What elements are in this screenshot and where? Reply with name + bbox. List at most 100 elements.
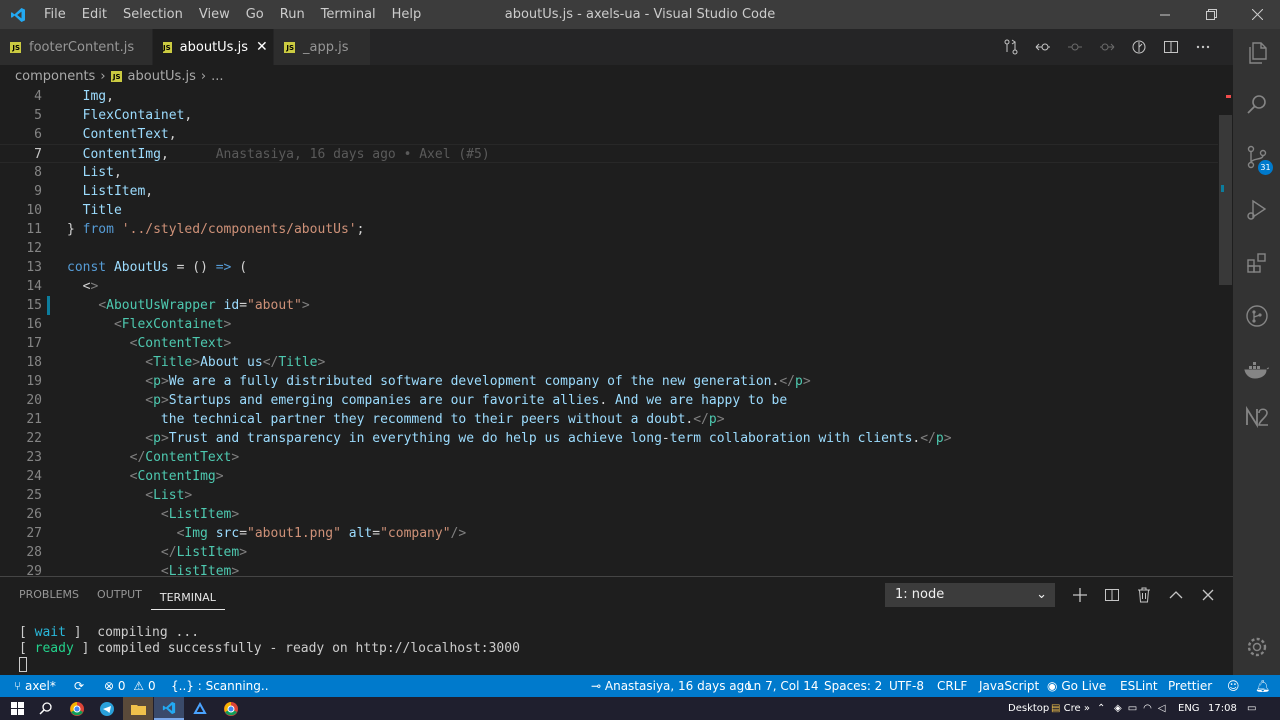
code-editor[interactable]: 4 Img, 5 FlexContainet, 6 ContentText, 7 Co… <box>0 87 1233 576</box>
code-line[interactable]: 22 <p>Trust and transparency in everythi… <box>0 429 1218 448</box>
tray-overflow-button[interactable]: ⌃ <box>1097 697 1105 720</box>
restore-button[interactable] <box>1188 0 1234 29</box>
code-line[interactable]: 19 <p>We are a fully distributed softwar… <box>0 372 1218 391</box>
scanning-status[interactable]: {..} : Scanning.. <box>171 675 269 697</box>
code-line[interactable]: 20 <p>Startups and emerging companies ar… <box>0 391 1218 410</box>
editor-scrollbar[interactable] <box>1218 87 1233 576</box>
end-of-line[interactable]: CRLF <box>937 675 967 697</box>
feedback-button[interactable]: ☺ <box>1227 675 1240 697</box>
open-changes-button[interactable] <box>995 29 1027 65</box>
scrollbar-thumb[interactable] <box>1219 115 1232 285</box>
action-center-button[interactable]: ▭ <box>1247 697 1256 720</box>
code-line[interactable]: 26 <ListItem> <box>0 505 1218 524</box>
code-line[interactable]: 13 const AboutUs = () => ( <box>0 258 1218 277</box>
code-line[interactable]: 6 ContentText, <box>0 125 1218 144</box>
eslint-status[interactable]: ESLint <box>1120 675 1158 697</box>
docker-button[interactable] <box>1233 345 1280 393</box>
code-line[interactable]: 11} from '../styled/components/aboutUs'; <box>0 220 1218 239</box>
kill-terminal-button[interactable] <box>1128 583 1160 607</box>
tab-output[interactable]: OUTPUT <box>88 577 151 613</box>
code-line[interactable]: 29 <ListItem> <box>0 562 1218 576</box>
source-control-button[interactable]: 31 <box>1233 133 1280 181</box>
code-line[interactable]: 16 <FlexContainet> <box>0 315 1218 334</box>
encoding[interactable]: UTF-8 <box>889 675 924 697</box>
menu-go[interactable]: Go <box>238 0 272 29</box>
code-line[interactable]: 23 </ContentText> <box>0 448 1218 467</box>
search-taskbar-button[interactable] <box>30 697 60 720</box>
manage-button[interactable] <box>1233 623 1280 671</box>
tab-problems[interactable]: PROBLEMS <box>10 577 88 613</box>
language-mode[interactable]: JavaScript <box>979 675 1039 697</box>
code-line[interactable]: 14 <> <box>0 277 1218 296</box>
more-actions-button[interactable] <box>1187 29 1219 65</box>
code-line[interactable]: 25 <List> <box>0 486 1218 505</box>
network-icon[interactable]: ▭ <box>1128 703 1143 714</box>
code-line[interactable]: 18 <Title>About us</Title> <box>0 353 1218 372</box>
menu-run[interactable]: Run <box>272 0 313 29</box>
code-line[interactable]: 21 the technical partner they recommend … <box>0 410 1218 429</box>
tab-about-us[interactable]: JS aboutUs.js ✕ <box>153 29 274 65</box>
problems-indicator[interactable]: ⊗ 0 ⚠ 0 <box>104 675 156 697</box>
maximize-panel-button[interactable] <box>1160 583 1192 607</box>
vscode-taskbar-app[interactable] <box>154 697 184 720</box>
previous-revision-button[interactable] <box>1027 29 1059 65</box>
extensions-button[interactable] <box>1233 239 1280 287</box>
code-line[interactable]: 12 <box>0 239 1218 258</box>
chrome-second-taskbar-app[interactable] <box>216 697 246 720</box>
code-line[interactable]: 27 <Img src="about1.png" alt="company"/> <box>0 524 1218 543</box>
chrome-taskbar-app[interactable] <box>62 697 92 720</box>
go-live-button[interactable]: ◉ Go Live <box>1047 675 1106 697</box>
sync-button[interactable]: ⟳ <box>74 675 84 697</box>
menu-view[interactable]: View <box>191 0 238 29</box>
terminal-cursor[interactable] <box>19 657 27 673</box>
tab-terminal[interactable]: TERMINAL <box>150 580 225 610</box>
branch-indicator[interactable]: ⑂ axel* <box>14 675 56 697</box>
close-window-button[interactable] <box>1234 0 1280 29</box>
commit-button[interactable] <box>1059 29 1091 65</box>
cursor-position[interactable]: Ln 7, Col 14 <box>747 675 819 697</box>
wifi-icon[interactable]: ◠ <box>1143 703 1158 714</box>
code-line[interactable]: 24 <ContentImg> <box>0 467 1218 486</box>
breadcrumb-file[interactable]: aboutUs.js <box>128 69 196 84</box>
next-revision-button[interactable] <box>1091 29 1123 65</box>
tab-footer-content[interactable]: JS footerContent.js <box>0 29 153 65</box>
notifications-button[interactable]: 🔔︎ <box>1255 675 1270 697</box>
code-line[interactable]: 15 <AboutUsWrapper id="about"> <box>0 296 1218 315</box>
input-language[interactable]: ENG <box>1178 697 1200 720</box>
git-blame-status[interactable]: ⊸ Anastasiya, 16 days ago <box>591 675 752 697</box>
indentation[interactable]: Spaces: 2 <box>824 675 882 697</box>
telegram-taskbar-app[interactable] <box>92 697 122 720</box>
code-line[interactable]: 10 Title <box>0 201 1218 220</box>
volume-icon[interactable]: ◁ <box>1158 703 1172 714</box>
close-icon[interactable]: ✕ <box>256 39 268 55</box>
code-line[interactable]: 9 ListItem, <box>0 182 1218 201</box>
desktop-toolbar-label[interactable]: Desktop <box>1008 697 1049 720</box>
breadcrumb-folder[interactable]: components <box>15 69 95 84</box>
menu-terminal[interactable]: Terminal <box>313 0 384 29</box>
explorer-button[interactable] <box>1233 29 1280 77</box>
code-line[interactable]: 5 FlexContainet, <box>0 106 1218 125</box>
n2-extension-button[interactable] <box>1233 393 1280 441</box>
menu-edit[interactable]: Edit <box>74 0 115 29</box>
menu-file[interactable]: File <box>36 0 74 29</box>
terminal-selector[interactable]: 1: node ⌄ <box>885 583 1055 607</box>
minimize-button[interactable] <box>1142 0 1188 29</box>
gitlens-button[interactable] <box>1123 29 1155 65</box>
clock[interactable]: 17:08 <box>1208 697 1237 720</box>
gitlens-view-button[interactable] <box>1233 292 1280 340</box>
start-button[interactable] <box>2 697 32 720</box>
new-terminal-button[interactable] <box>1064 583 1096 607</box>
search-button[interactable] <box>1233 80 1280 128</box>
code-line[interactable]: 28 </ListItem> <box>0 543 1218 562</box>
menu-selection[interactable]: Selection <box>115 0 191 29</box>
breadcrumb-more[interactable]: ... <box>211 69 223 84</box>
azure-data-studio-taskbar-app[interactable] <box>185 697 215 720</box>
cre-toolbar-item[interactable]: ▤ Cre » <box>1051 697 1090 720</box>
code-line[interactable]: 17 <ContentText> <box>0 334 1218 353</box>
code-line[interactable]: 4 Img, <box>0 87 1218 106</box>
prettier-status[interactable]: Prettier <box>1168 675 1212 697</box>
split-editor-button[interactable] <box>1155 29 1187 65</box>
run-debug-button[interactable] <box>1233 186 1280 234</box>
split-terminal-button[interactable] <box>1096 583 1128 607</box>
file-explorer-taskbar-app[interactable] <box>123 697 153 720</box>
